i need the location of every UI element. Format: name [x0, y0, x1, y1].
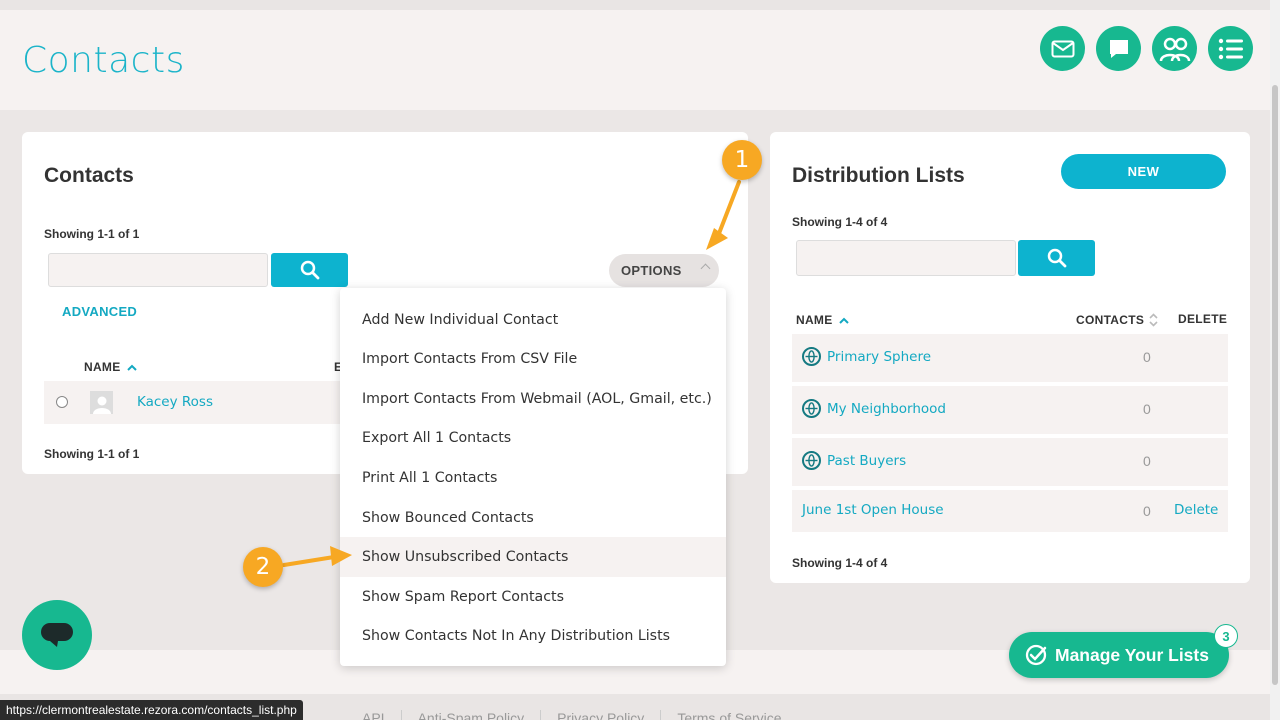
status-bar-url: https://clermontrealestate.rezora.com/co… — [0, 700, 303, 720]
footer-links: API Anti-Spam Policy Privacy Policy Term… — [362, 710, 798, 720]
chat-bubble-icon — [41, 623, 73, 647]
annotation-badge-2: 2 — [243, 547, 283, 587]
chat-widget-button[interactable] — [22, 600, 92, 670]
manage-lists-button[interactable]: Manage Your Lists — [1009, 632, 1229, 678]
footer-link-anti-spam[interactable]: Anti-Spam Policy — [400, 710, 541, 720]
manage-lists-label: Manage Your Lists — [1055, 644, 1209, 665]
annotation-badge-1: 1 — [722, 140, 762, 180]
footer-link-api[interactable]: API — [362, 710, 401, 720]
check-circle-icon — [1025, 644, 1047, 666]
manage-lists-count-badge: 3 — [1214, 624, 1238, 648]
footer-link-privacy[interactable]: Privacy Policy — [540, 710, 660, 720]
annotation-arrows — [282, 180, 741, 567]
footer-link-terms[interactable]: Terms of Service — [660, 710, 797, 720]
